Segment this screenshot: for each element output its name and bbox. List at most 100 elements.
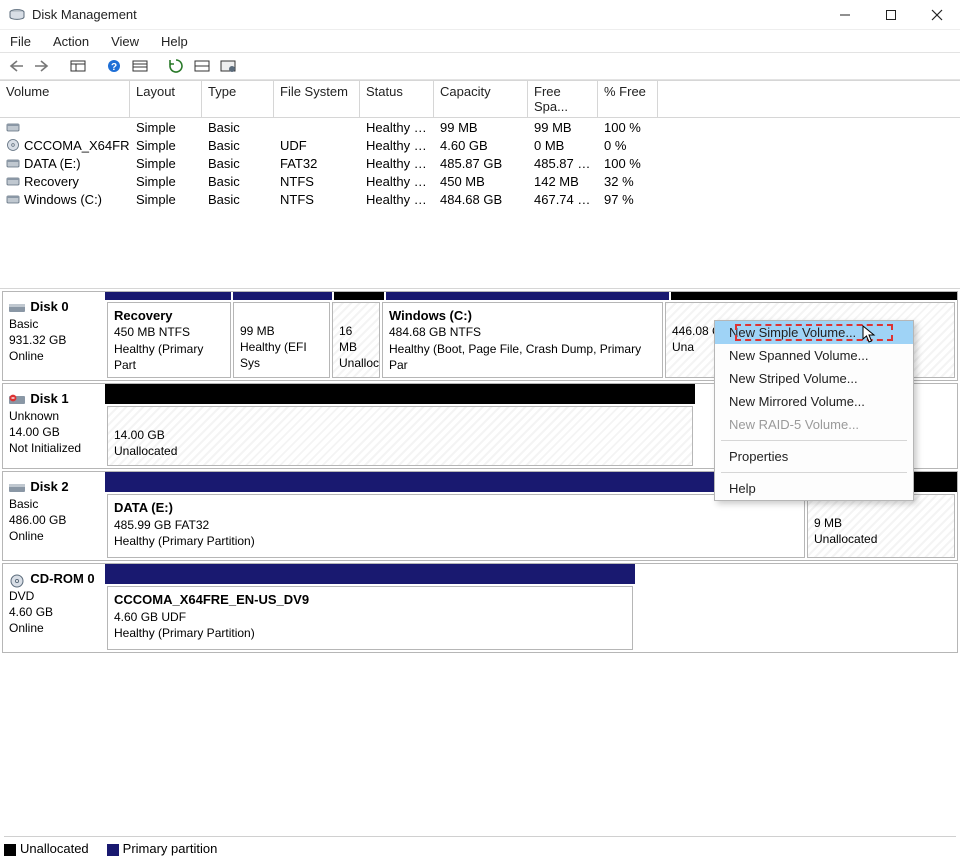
ctx-new-striped-volume[interactable]: New Striped Volume... <box>715 367 913 390</box>
volume-filesystem: NTFS <box>274 192 360 207</box>
app-icon <box>8 6 26 24</box>
disk-size: 14.00 GB <box>9 425 60 439</box>
volume-freespace: 142 MB <box>528 174 598 189</box>
ctx-help[interactable]: Help <box>715 477 913 500</box>
legend: Unallocated Primary partition <box>4 836 956 856</box>
window-title: Disk Management <box>32 7 137 22</box>
volume-percentfree: 0 % <box>598 138 658 153</box>
partition-recovery[interactable]: Recovery 450 MB NTFS Healthy (Primary Pa… <box>107 302 231 378</box>
minimize-button[interactable] <box>822 0 868 30</box>
refresh-button[interactable] <box>164 54 188 78</box>
menu-file[interactable]: File <box>6 32 35 51</box>
volume-name: CCCOMA_X64FRE... <box>24 138 130 153</box>
volume-row[interactable]: SimpleBasicHealthy (E...99 MB99 MB100 % <box>0 118 960 136</box>
partition-msr-unallocated[interactable]: 16 MB Unalloca <box>332 302 380 378</box>
partition-windows-c[interactable]: Windows (C:) 484.68 GB NTFS Healthy (Boo… <box>382 302 663 378</box>
partition-size: 14.00 GB <box>114 428 165 442</box>
partition-status: Unallocated <box>814 532 877 546</box>
context-menu: New Simple Volume... New Spanned Volume.… <box>714 320 914 501</box>
col-layout[interactable]: Layout <box>130 81 202 117</box>
volume-percentfree: 32 % <box>598 174 658 189</box>
volume-row[interactable]: RecoverySimpleBasicNTFSHealthy (P...450 … <box>0 172 960 190</box>
menu-help[interactable]: Help <box>157 32 192 51</box>
partition-unallocated[interactable]: 14.00 GB Unallocated <box>107 406 693 466</box>
volume-type: Basic <box>202 120 274 135</box>
ctx-new-mirrored-volume[interactable]: New Mirrored Volume... <box>715 390 913 413</box>
forward-button[interactable] <box>30 54 54 78</box>
ctx-new-simple-volume[interactable]: New Simple Volume... <box>715 321 913 344</box>
volume-capacity: 450 MB <box>434 174 528 189</box>
disk-kind: Basic <box>9 497 38 511</box>
disk-label: Disk 0 <box>30 299 68 314</box>
disk-info-cd[interactable]: CD-ROM 0 DVD 4.60 GB Online <box>3 564 105 652</box>
volume-list-header: Volume Layout Type File System Status Ca… <box>0 80 960 118</box>
cdrom-header-stripe <box>105 564 635 584</box>
volume-rows: SimpleBasicHealthy (E...99 MB99 MB100 %C… <box>0 118 960 208</box>
disk-info-0[interactable]: Disk 0 Basic 931.32 GB Online <box>3 292 105 380</box>
partition-status: Unallocated <box>114 444 177 458</box>
col-volume[interactable]: Volume <box>0 81 130 117</box>
volume-percentfree: 97 % <box>598 192 658 207</box>
col-status[interactable]: Status <box>360 81 434 117</box>
volume-row[interactable]: Windows (C:)SimpleBasicNTFSHealthy (B...… <box>0 190 960 208</box>
volume-layout: Simple <box>130 192 202 207</box>
rescan-disks-button[interactable] <box>190 54 214 78</box>
help-button[interactable]: ? <box>102 54 126 78</box>
disk-error-icon <box>9 394 25 406</box>
disk-info-1[interactable]: Disk 1 Unknown 14.00 GB Not Initialized <box>3 384 105 468</box>
partition-cd-volume[interactable]: CCCOMA_X64FRE_EN-US_DV9 4.60 GB UDF Heal… <box>107 586 633 650</box>
volume-filesystem: FAT32 <box>274 156 360 171</box>
ctx-properties[interactable]: Properties <box>715 445 913 468</box>
legend-swatch-unallocated <box>4 844 16 856</box>
partition-title: Windows (C:) <box>389 308 472 323</box>
ctx-separator <box>721 472 907 473</box>
partition-data-e[interactable]: DATA (E:) 485.99 GB FAT32 Healthy (Prima… <box>107 494 805 558</box>
ctx-separator <box>721 440 907 441</box>
col-capacity[interactable]: Capacity <box>434 81 528 117</box>
partition-size: 450 MB NTFS <box>114 325 190 339</box>
volume-list: Volume Layout Type File System Status Ca… <box>0 80 960 288</box>
disk0-header-stripe <box>105 292 957 300</box>
title-bar: Disk Management <box>0 0 960 30</box>
partition-unallocated[interactable]: 9 MB Unallocated <box>807 494 955 558</box>
legend-unallocated: Unallocated <box>4 841 89 856</box>
menu-view[interactable]: View <box>107 32 143 51</box>
show-hide-console-tree-button[interactable] <box>66 54 90 78</box>
partition-size: 9 MB <box>814 516 842 530</box>
ctx-new-spanned-volume[interactable]: New Spanned Volume... <box>715 344 913 367</box>
menu-action[interactable]: Action <box>49 32 93 51</box>
action-button[interactable] <box>216 54 240 78</box>
volume-capacity: 485.87 GB <box>434 156 528 171</box>
volume-percentfree: 100 % <box>598 120 658 135</box>
volume-row[interactable]: DATA (E:)SimpleBasicFAT32Healthy (P...48… <box>0 154 960 172</box>
col-type[interactable]: Type <box>202 81 274 117</box>
back-button[interactable] <box>4 54 28 78</box>
volume-status: Healthy (P... <box>360 156 434 171</box>
toolbar: ? <box>0 52 960 80</box>
maximize-button[interactable] <box>868 0 914 30</box>
volume-icon <box>6 156 20 170</box>
volume-type: Basic <box>202 156 274 171</box>
volume-row[interactable]: CCCOMA_X64FRE...SimpleBasicUDFHealthy (P… <box>0 136 960 154</box>
volume-freespace: 99 MB <box>528 120 598 135</box>
volume-status: Healthy (B... <box>360 192 434 207</box>
partition-status: Unalloca <box>339 356 380 370</box>
partition-status: Healthy (EFI Sys <box>240 340 307 370</box>
disk-size: 4.60 GB <box>9 605 53 619</box>
settings-button[interactable] <box>128 54 152 78</box>
disk-kind: Unknown <box>9 409 59 423</box>
close-button[interactable] <box>914 0 960 30</box>
disk-row-cdrom: CD-ROM 0 DVD 4.60 GB Online CCCOMA_X64FR… <box>2 563 958 653</box>
col-freespace[interactable]: Free Spa... <box>528 81 598 117</box>
volume-freespace: 0 MB <box>528 138 598 153</box>
partition-efi[interactable]: 99 MB Healthy (EFI Sys <box>233 302 330 378</box>
volume-filesystem: NTFS <box>274 174 360 189</box>
volume-percentfree: 100 % <box>598 156 658 171</box>
col-percentfree[interactable]: % Free <box>598 81 658 117</box>
disk-info-2[interactable]: Disk 2 Basic 486.00 GB Online <box>3 472 105 560</box>
volume-type: Basic <box>202 192 274 207</box>
volume-icon <box>6 192 20 206</box>
menu-bar: File Action View Help <box>0 30 960 52</box>
volume-name: DATA (E:) <box>24 156 81 171</box>
col-filesystem[interactable]: File System <box>274 81 360 117</box>
